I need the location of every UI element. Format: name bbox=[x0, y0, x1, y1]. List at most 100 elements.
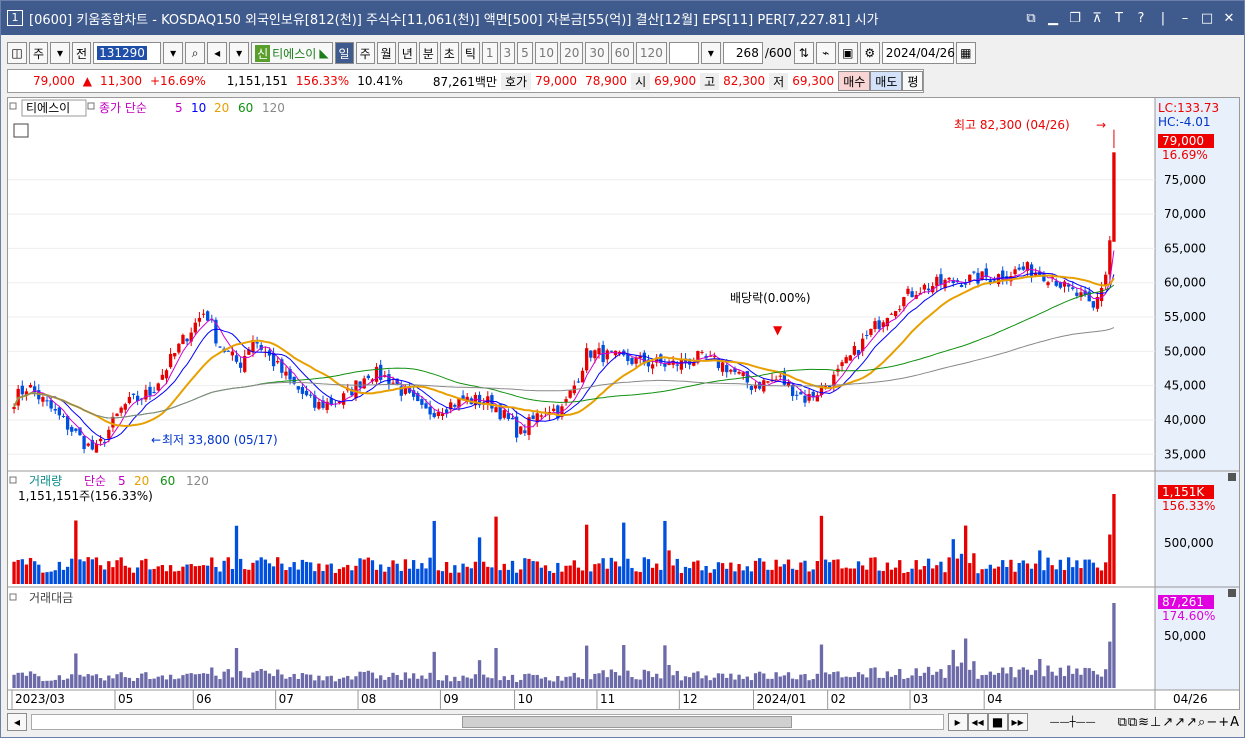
buy-button[interactable]: 매수 bbox=[838, 71, 871, 91]
prev-button[interactable]: 전 bbox=[72, 42, 92, 64]
stock-name-button[interactable]: 신 티에스이 ◣ bbox=[251, 42, 333, 64]
period-dropdown-icon[interactable]: ▾ bbox=[700, 42, 721, 64]
help-icon[interactable]: ? bbox=[1132, 11, 1150, 26]
tile-icon[interactable]: ⧉ bbox=[1022, 11, 1040, 26]
play-icon[interactable]: ▸ bbox=[947, 713, 968, 731]
volume-bar bbox=[770, 569, 774, 584]
volume-bar bbox=[1058, 559, 1063, 584]
restore-icon[interactable]: ❐ bbox=[1066, 11, 1084, 26]
tab-year[interactable]: 년 bbox=[397, 42, 417, 64]
minute-1[interactable]: 1 bbox=[481, 42, 498, 64]
calendar-icon[interactable]: ▦ bbox=[955, 42, 976, 64]
volume-bar bbox=[1025, 563, 1030, 584]
chevron-down-icon[interactable]: ▾ bbox=[50, 42, 71, 64]
tab-month[interactable]: 월 bbox=[376, 42, 396, 64]
minute-30[interactable]: 30 bbox=[585, 42, 609, 64]
minute-60[interactable]: 60 bbox=[610, 42, 634, 64]
candle-body bbox=[255, 342, 259, 344]
custom-period-input[interactable] bbox=[668, 42, 699, 64]
amount-bar bbox=[543, 677, 548, 688]
compare-icon[interactable]: ⇅ bbox=[793, 42, 814, 64]
date-input[interactable]: 2024/04/26 bbox=[881, 42, 955, 64]
volume-close-icon[interactable] bbox=[1228, 473, 1236, 481]
minute-20[interactable]: 20 bbox=[560, 42, 584, 64]
gear-icon[interactable]: ⚙ bbox=[859, 42, 880, 64]
panel-toggle-icon[interactable] bbox=[9, 102, 17, 110]
amount-bar bbox=[1062, 676, 1067, 688]
min-icon[interactable]: – bbox=[1176, 11, 1194, 26]
table-icon[interactable] bbox=[13, 123, 29, 138]
amount-bar bbox=[906, 677, 910, 688]
volume-bar bbox=[61, 569, 66, 584]
tab-week[interactable]: 주 bbox=[355, 42, 375, 64]
scrollbar-thumb[interactable] bbox=[462, 716, 792, 728]
menu-dropdown-icon[interactable]: ▾ bbox=[229, 42, 250, 64]
candle-body bbox=[795, 394, 799, 396]
volume-bar bbox=[1042, 570, 1046, 584]
search-icon[interactable]: ⌕ bbox=[185, 42, 206, 64]
candle-body bbox=[308, 394, 313, 396]
minimize-icon[interactable]: ▁ bbox=[1044, 11, 1062, 26]
candle-body bbox=[276, 361, 280, 363]
sell-button[interactable]: 매도 bbox=[870, 71, 903, 91]
minute-120[interactable]: 120 bbox=[635, 42, 667, 64]
volume-bar bbox=[955, 558, 960, 584]
tool-icon[interactable]: ⌁ bbox=[815, 42, 836, 64]
tab-tick[interactable]: 틱 bbox=[460, 42, 480, 64]
sound-icon[interactable]: ◂ bbox=[207, 42, 228, 64]
amount-bar bbox=[152, 678, 156, 688]
forward-icon[interactable]: ▸▸ bbox=[1007, 713, 1028, 731]
horizontal-scrollbar[interactable] bbox=[31, 714, 944, 730]
minute-10[interactable]: 10 bbox=[534, 42, 559, 64]
code-dropdown-icon[interactable]: ▾ bbox=[163, 42, 184, 64]
font-icon[interactable]: T bbox=[1110, 11, 1128, 26]
scroll-left-icon[interactable]: ◂ bbox=[7, 713, 27, 731]
amount-toggle-icon[interactable] bbox=[9, 593, 17, 601]
rewind-icon[interactable]: ◂◂ bbox=[967, 713, 988, 731]
average-button[interactable]: 평 bbox=[902, 71, 924, 91]
amount-bar bbox=[716, 673, 721, 688]
volume-bar bbox=[428, 557, 432, 584]
pin-icon[interactable]: ⊼ bbox=[1088, 11, 1106, 26]
amount-bar bbox=[28, 671, 33, 688]
amount-bar bbox=[1108, 641, 1112, 688]
count-input[interactable]: 268 bbox=[722, 42, 763, 64]
amount-bar bbox=[984, 674, 988, 688]
volume-bar bbox=[885, 562, 890, 584]
chart-area[interactable]: 75,000 70,000 65,000 60,000 55,000 50,000 45,0… bbox=[7, 97, 1240, 710]
date-tick-label: 11 bbox=[600, 692, 615, 706]
volume-toggle-icon[interactable] bbox=[9, 476, 17, 484]
stock-code-input[interactable]: 131290 bbox=[93, 42, 162, 64]
layout-icon[interactable]: ◫ bbox=[7, 42, 27, 64]
amount-bar bbox=[659, 678, 663, 688]
candle-body bbox=[436, 412, 441, 416]
candle-body bbox=[49, 400, 53, 409]
tab-day[interactable]: 일 bbox=[334, 42, 354, 64]
tab-second[interactable]: 초 bbox=[439, 42, 459, 64]
amount-bar bbox=[255, 670, 259, 688]
candle-body bbox=[753, 385, 758, 389]
minute-3[interactable]: 3 bbox=[499, 42, 516, 64]
volume-bar bbox=[943, 572, 947, 584]
amount-bar bbox=[922, 672, 927, 688]
drawing-tools-icon[interactable]: ⧉⧉≋⊥↗↗↗⌕−+A bbox=[1118, 715, 1240, 730]
amount-bar bbox=[98, 678, 103, 688]
volume-bar bbox=[914, 560, 918, 584]
amount-close-icon[interactable] bbox=[1228, 589, 1236, 597]
save-icon[interactable]: ▣ bbox=[837, 42, 858, 64]
volume-bar bbox=[716, 562, 721, 584]
period-select[interactable]: 주 bbox=[29, 42, 49, 64]
chart-svg[interactable]: 75,000 70,000 65,000 60,000 55,000 50,000 45,0… bbox=[8, 98, 1239, 709]
close-icon[interactable]: ✕ bbox=[1220, 11, 1238, 26]
price-tick-label: 55,000 bbox=[1164, 310, 1206, 324]
volume-label: 거래량 bbox=[29, 474, 62, 488]
stop-icon[interactable]: ■ bbox=[987, 713, 1008, 731]
ma-toggle-icon[interactable] bbox=[87, 102, 95, 110]
minute-5[interactable]: 5 bbox=[517, 42, 533, 64]
tab-minute[interactable]: 분 bbox=[418, 42, 438, 64]
max-icon[interactable]: □ bbox=[1198, 11, 1216, 26]
candle-body bbox=[366, 375, 370, 379]
zoom-slider[interactable]: ——┼—— bbox=[1028, 717, 1118, 728]
candle-body bbox=[420, 399, 424, 405]
price-tick-label: 70,000 bbox=[1164, 207, 1206, 221]
